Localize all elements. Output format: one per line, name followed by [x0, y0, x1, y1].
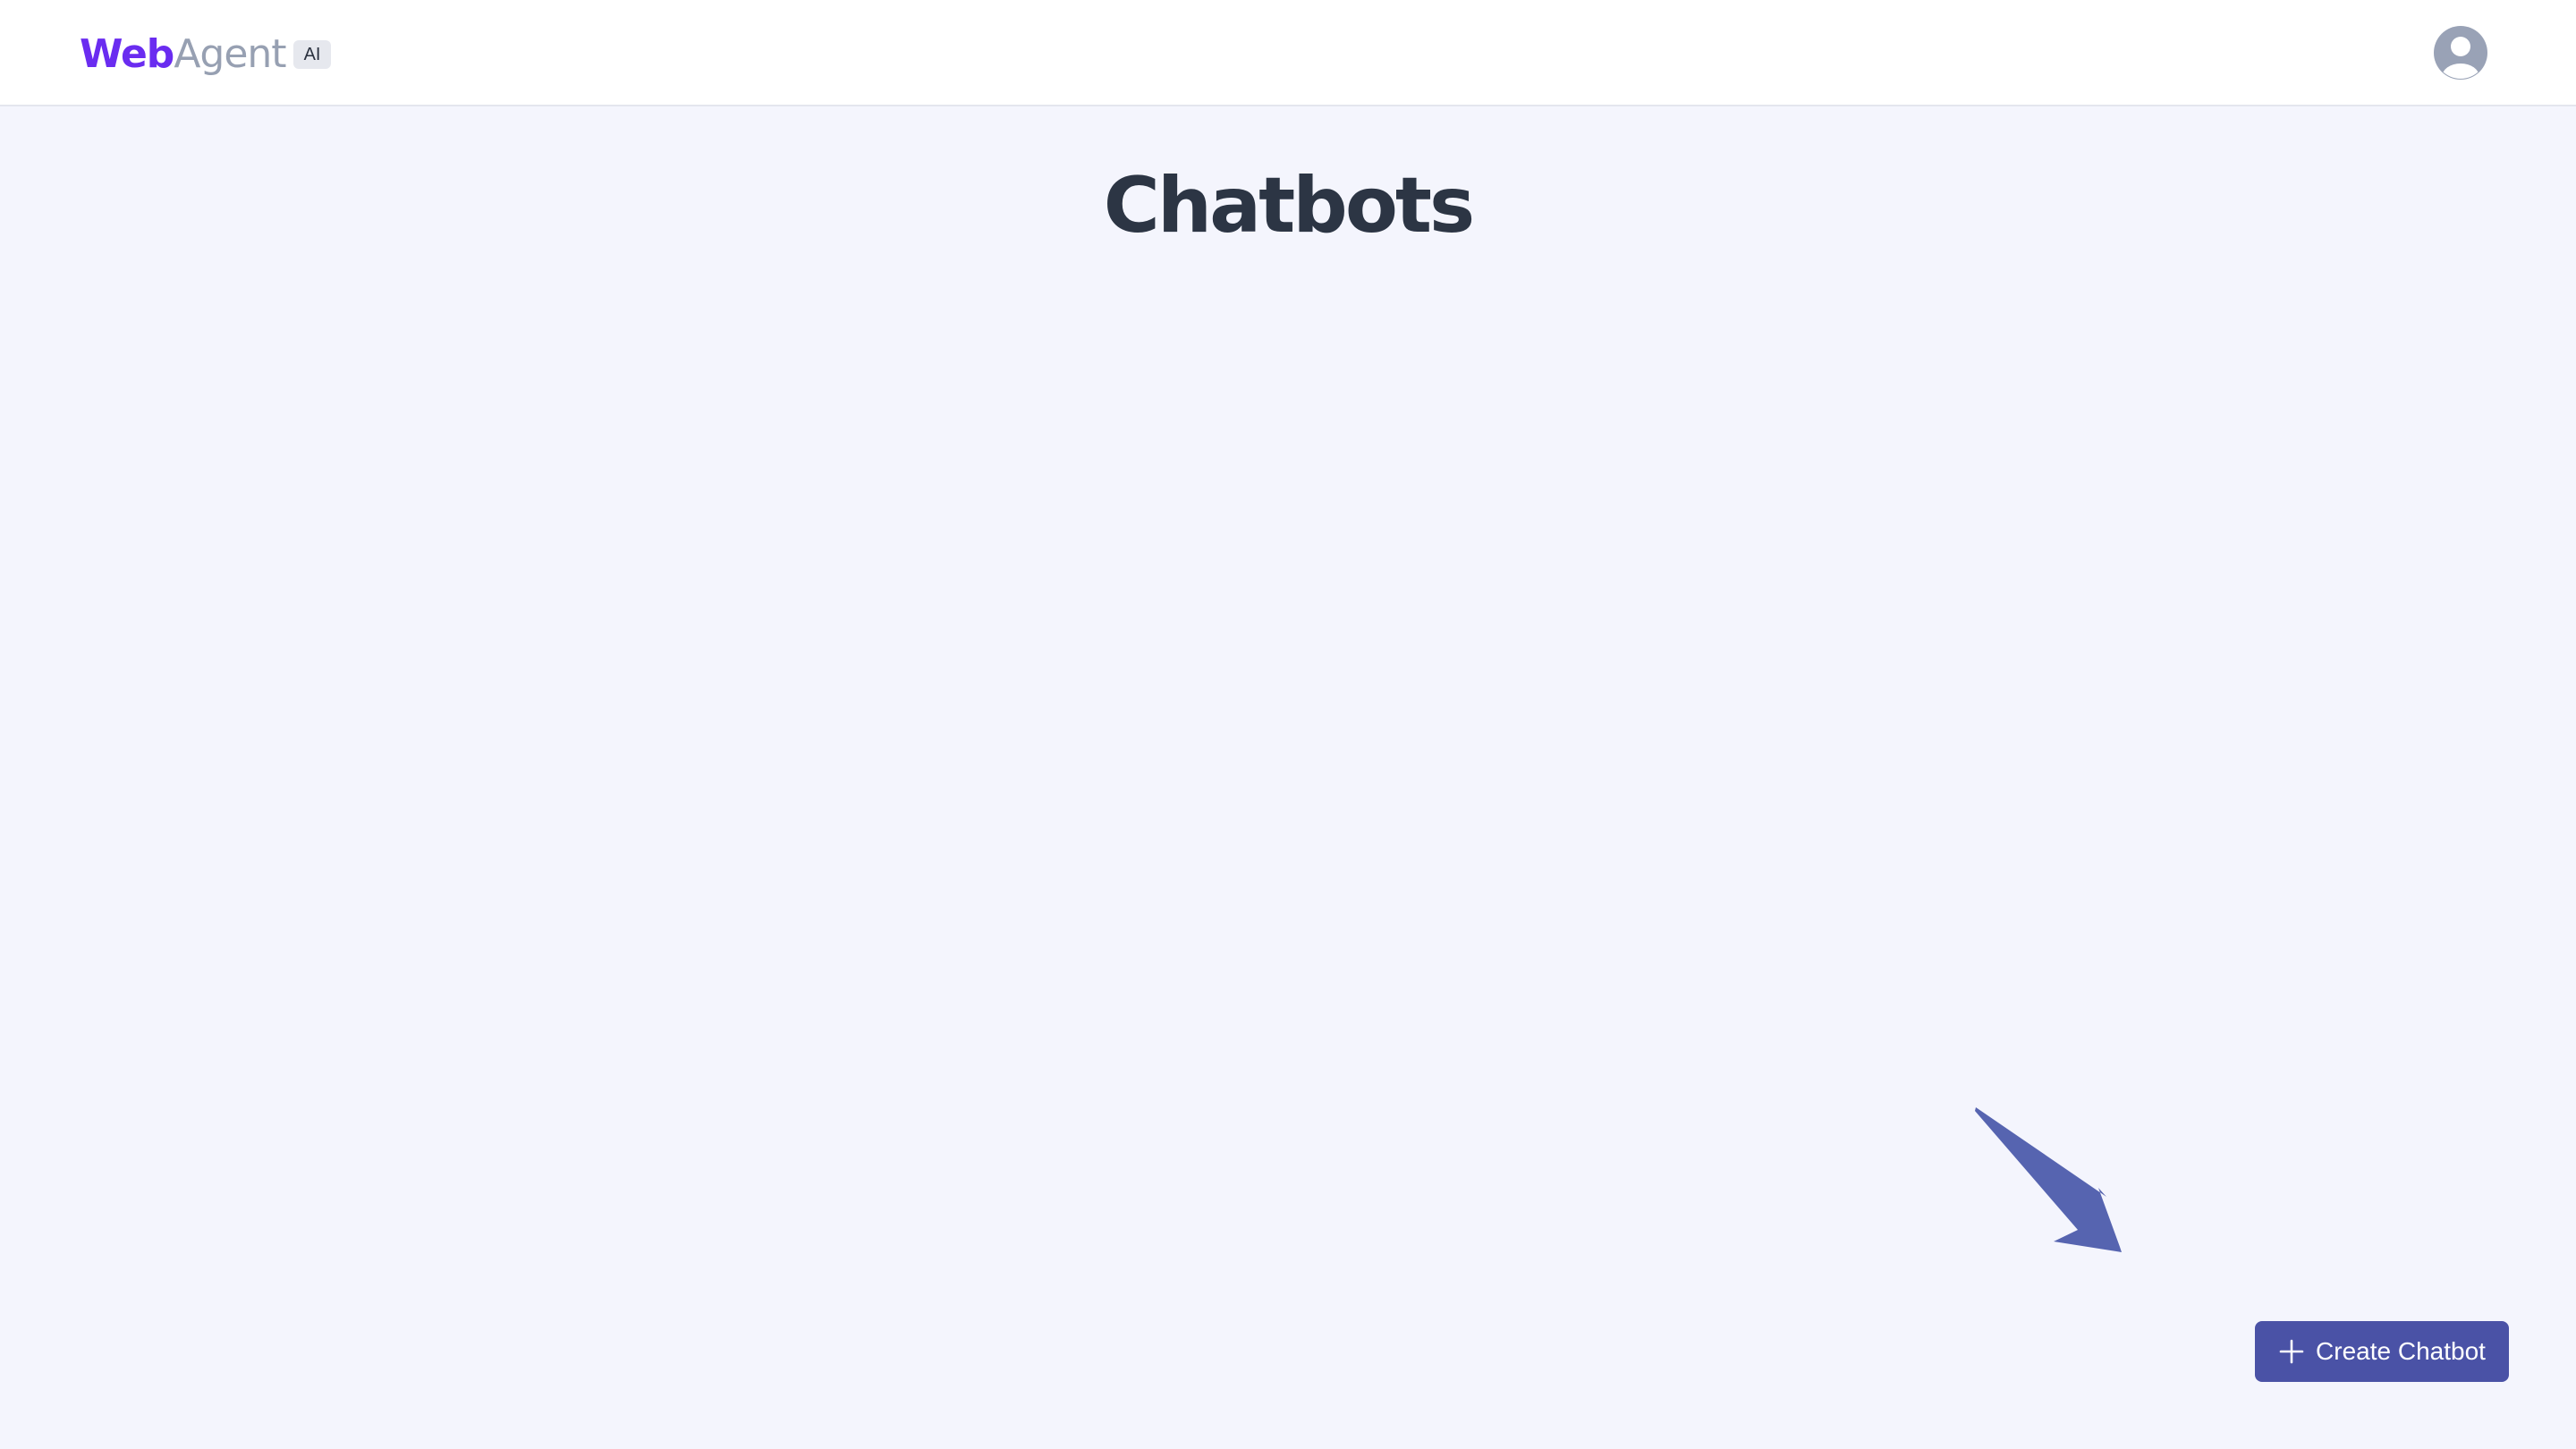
create-chatbot-button[interactable]: Create Chatbot	[2255, 1321, 2509, 1382]
create-chatbot-label: Create Chatbot	[2316, 1337, 2486, 1365]
logo-ai-badge: AI	[292, 40, 332, 69]
user-avatar-button[interactable]	[2433, 25, 2488, 80]
page: Web Agent AI Chatbots Create Chatbot	[0, 0, 2576, 1449]
logo-text-web: Web	[80, 30, 174, 77]
webagent-logo[interactable]: Web Agent AI	[80, 27, 332, 80]
plus-icon	[2279, 1339, 2304, 1364]
user-avatar-icon	[2434, 26, 2487, 80]
page-title: Chatbots	[1103, 161, 1475, 250]
arrow-pointer-icon	[1975, 1107, 2122, 1252]
logo-text-agent: Agent	[174, 30, 286, 77]
top-navigation-bar: Web Agent AI	[0, 0, 2576, 106]
